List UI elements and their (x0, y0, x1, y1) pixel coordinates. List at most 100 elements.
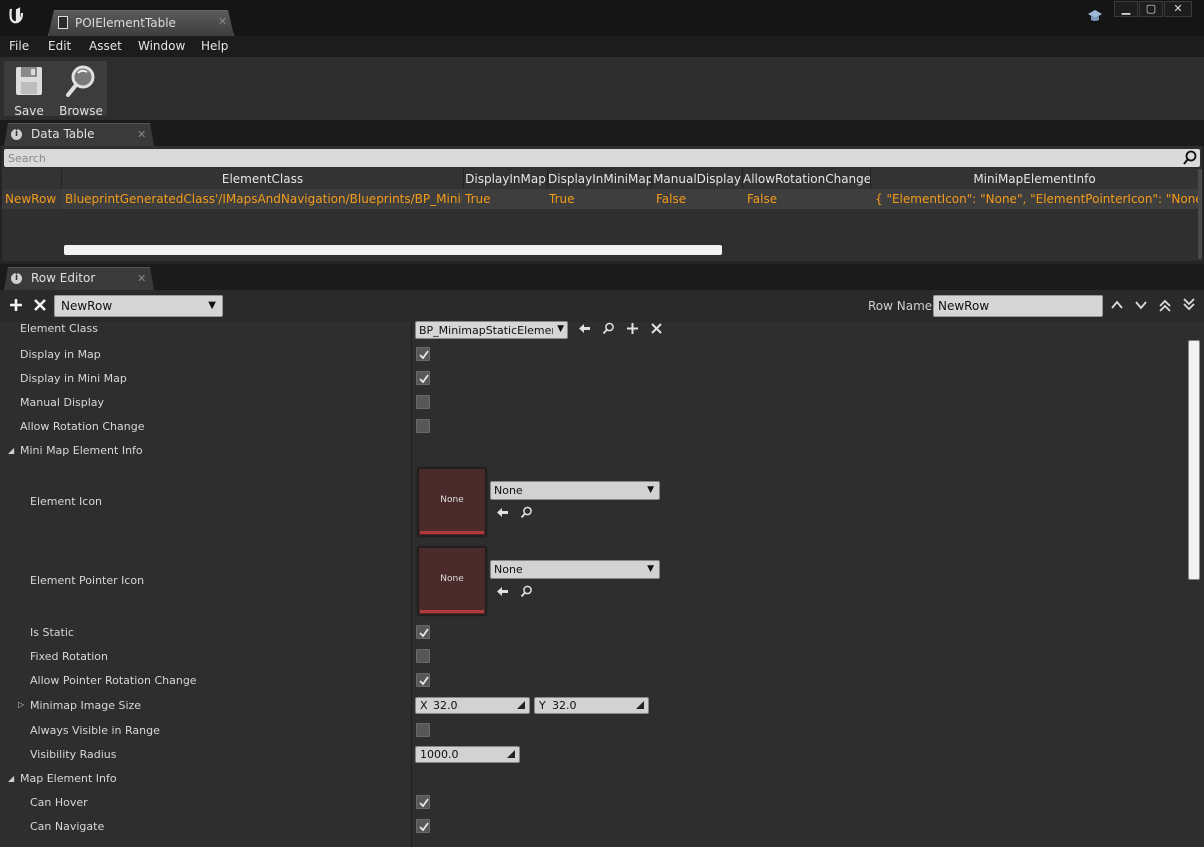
row-name-cell[interactable]: NewRow (2, 189, 62, 209)
fixed-rotation-checkbox[interactable] (416, 649, 430, 663)
can-navigate-checkbox[interactable] (416, 819, 430, 833)
collapse-arrow-icon[interactable]: ◢ (8, 446, 14, 455)
row-select-dropdown[interactable]: NewRow ▼ (54, 295, 223, 317)
manual-display-checkbox[interactable] (416, 395, 430, 409)
move-top-icon[interactable] (1158, 298, 1172, 312)
table-cell[interactable]: True (546, 189, 650, 209)
info-icon: i (11, 273, 22, 284)
table-cell[interactable]: True (462, 189, 546, 209)
menu-file[interactable]: File (9, 39, 29, 53)
is-static-checkbox[interactable] (416, 625, 430, 639)
collapse-arrow-icon[interactable]: ◢ (8, 774, 14, 783)
close-window-button[interactable]: ✕ (1164, 1, 1192, 17)
title-bar: POIElementTable ✕ ▁ ▢ ✕ (0, 0, 1204, 36)
use-selected-arrow-icon[interactable] (496, 506, 509, 519)
menu-help[interactable]: Help (201, 39, 228, 53)
browse-button[interactable]: Browse (56, 61, 106, 118)
move-up-icon[interactable] (1110, 298, 1124, 312)
checkmark-icon (419, 822, 429, 832)
drag-handle-icon[interactable] (516, 700, 526, 710)
column-header[interactable]: DisplayInMap (464, 169, 548, 189)
add-row-icon[interactable] (9, 298, 23, 312)
element-pointer-icon-value: None (494, 563, 523, 576)
document-tab[interactable]: POIElementTable ✕ (48, 10, 234, 36)
display-in-map-checkbox[interactable] (416, 347, 430, 361)
minimize-button[interactable]: ▁ (1114, 1, 1138, 17)
clear-icon[interactable] (650, 322, 663, 335)
checkmark-icon (419, 374, 429, 384)
row-editor-tabbar: i Row Editor ✕ (0, 264, 1204, 290)
menu-window[interactable]: Window (138, 39, 185, 53)
can-hover-checkbox[interactable] (416, 795, 430, 809)
browse-magnifier-icon[interactable] (520, 506, 533, 519)
tab-row-editor[interactable]: i Row Editor ✕ (4, 267, 154, 290)
help-graduation-cap-icon[interactable] (1087, 9, 1103, 23)
tab-row-editor-label: Row Editor (31, 271, 96, 285)
info-icon: i (11, 129, 22, 140)
table-header: ElementClass DisplayInMap DisplayInMiniM… (2, 169, 1202, 189)
vertical-scrollbar[interactable] (1198, 169, 1202, 259)
element-pointer-icon-dropdown[interactable]: None ▼ (490, 560, 660, 579)
save-button[interactable]: Save (4, 61, 54, 118)
image-size-x-field[interactable]: X 32.0 (415, 697, 530, 714)
use-selected-arrow-icon[interactable] (496, 585, 509, 598)
element-icon-dropdown[interactable]: None ▼ (490, 481, 660, 500)
row-name-input[interactable] (933, 295, 1103, 317)
element-icon-thumbnail[interactable]: None (418, 468, 486, 536)
table-cell[interactable]: { "ElementIcon": "None", "ElementPointer… (872, 189, 1198, 209)
column-header[interactable]: ManualDisplay (652, 169, 743, 189)
chevron-down-icon: ▼ (557, 324, 564, 334)
allow-rotation-change-checkbox[interactable] (416, 419, 430, 433)
row-editor-toolbar: NewRow ▼ Row Name: (0, 290, 1204, 322)
close-icon[interactable]: ✕ (218, 15, 227, 28)
column-header[interactable]: MiniMapElementInfo (871, 169, 1198, 189)
horizontal-scrollbar[interactable] (64, 245, 722, 255)
move-bottom-icon[interactable] (1182, 298, 1196, 312)
column-header[interactable]: DisplayInMiniMap (548, 169, 652, 189)
add-new-icon[interactable] (626, 322, 639, 335)
close-icon[interactable]: ✕ (137, 128, 146, 141)
remove-row-icon[interactable] (33, 298, 47, 312)
document-tab-label: POIElementTable (75, 16, 176, 30)
element-class-dropdown[interactable]: BP_MinimapStaticElement ▼ (415, 321, 568, 339)
thumbnail-label: None (440, 574, 464, 584)
drag-handle-icon[interactable] (635, 700, 645, 710)
table-cell[interactable]: BlueprintGeneratedClass'/IMapsAndNavigat… (62, 189, 462, 209)
column-header[interactable]: AllowRotationChange (743, 169, 871, 189)
visibility-radius-field[interactable]: 1000.0 (415, 746, 520, 763)
search-input[interactable] (8, 150, 1168, 166)
expand-arrow-icon[interactable]: ▷ (18, 700, 24, 709)
unreal-logo-icon[interactable] (4, 4, 28, 28)
drag-handle-icon[interactable] (506, 749, 516, 759)
y-label: Y (539, 699, 546, 712)
search-icon[interactable] (1182, 150, 1198, 166)
row-select-value: NewRow (61, 299, 113, 313)
allow-pointer-rotation-change-checkbox[interactable] (416, 673, 430, 687)
data-table-asset-icon (58, 16, 68, 29)
display-in-mini-map-checkbox[interactable] (416, 371, 430, 385)
menu-asset[interactable]: Asset (89, 39, 122, 53)
always-visible-in-range-checkbox[interactable] (416, 723, 430, 737)
column-divider[interactable] (411, 322, 412, 847)
menu-edit[interactable]: Edit (48, 39, 71, 53)
element-pointer-icon-thumbnail[interactable]: None (418, 547, 486, 615)
data-table-tabbar: i Data Table ✕ (0, 120, 1204, 146)
tab-data-table[interactable]: i Data Table ✕ (4, 123, 154, 146)
close-icon[interactable]: ✕ (137, 272, 146, 285)
table-row[interactable]: NewRow BlueprintGeneratedClass'/IMapsAnd… (2, 189, 1202, 209)
search-box (4, 149, 1200, 167)
browse-magnifier-icon[interactable] (520, 585, 533, 598)
x-value: 32.0 (433, 699, 458, 712)
use-selected-arrow-icon[interactable] (578, 322, 591, 335)
prop-label: Visibility Radius (30, 748, 117, 761)
chevron-down-icon: ▼ (647, 485, 654, 495)
move-down-icon[interactable] (1134, 298, 1148, 312)
column-header[interactable]: ElementClass (62, 169, 464, 189)
vertical-scrollbar[interactable] (1188, 340, 1200, 580)
table-cell[interactable]: False (744, 189, 872, 209)
table-cell[interactable]: False (653, 189, 743, 209)
browse-label: Browse (59, 104, 103, 118)
browse-magnifier-icon[interactable] (602, 322, 615, 335)
maximize-button[interactable]: ▢ (1139, 1, 1163, 17)
image-size-y-field[interactable]: Y 32.0 (534, 697, 649, 714)
